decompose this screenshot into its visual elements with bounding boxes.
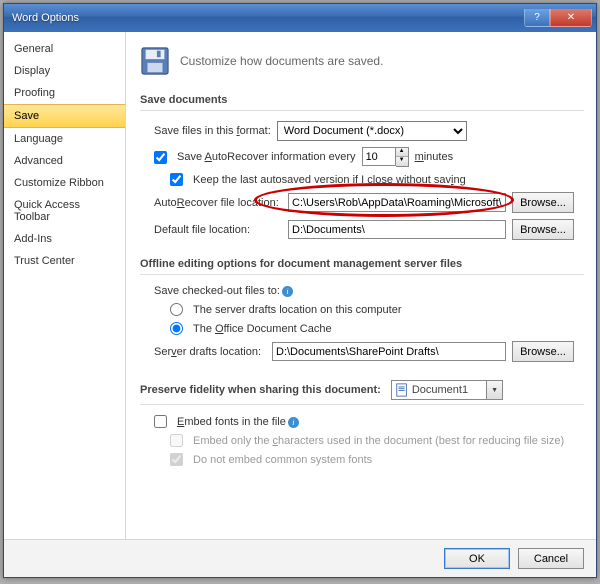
embed-only-chars-label: Embed only the characters used in the do…	[193, 435, 564, 447]
page-subtitle: Customize how documents are saved.	[180, 54, 383, 68]
minutes-label: minutes	[415, 151, 454, 163]
autorecover-label: Save AutoRecover information every	[177, 151, 356, 163]
ok-button[interactable]: OK	[444, 548, 510, 569]
autorecover-minutes-input[interactable]	[362, 147, 396, 166]
sidebar-item-addins[interactable]: Add-Ins	[4, 228, 125, 250]
section-offline: Offline editing options for document man…	[140, 252, 584, 275]
titlebar: Word Options ? ✕	[4, 4, 596, 32]
chevron-down-icon: ▼	[486, 381, 502, 399]
server-drafts-browse-button[interactable]: Browse...	[512, 341, 574, 362]
sidebar-item-save[interactable]: Save	[4, 104, 125, 128]
sidebar-item-display[interactable]: Display	[4, 60, 125, 82]
section-save-documents: Save documents	[140, 88, 584, 111]
cancel-button[interactable]: Cancel	[518, 548, 584, 569]
sidebar: General Display Proofing Save Language A…	[4, 32, 126, 539]
sidebar-item-trust-center[interactable]: Trust Center	[4, 250, 125, 272]
no-common-fonts-label: Do not embed common system fonts	[193, 454, 372, 466]
section-fidelity: Preserve fidelity when sharing this docu…	[140, 374, 584, 405]
autorecover-browse-button[interactable]: Browse...	[512, 192, 574, 213]
info-icon[interactable]: i	[282, 286, 293, 297]
autorecover-checkbox[interactable]	[154, 151, 167, 164]
keep-last-autosave-label: Keep the last autosaved version if I clo…	[193, 174, 466, 186]
save-disk-icon	[140, 46, 170, 76]
server-drafts-location-label: Server drafts location:	[154, 346, 266, 358]
checked-out-label: Save checked-out files to:i	[154, 285, 293, 297]
info-icon[interactable]: i	[288, 417, 299, 428]
sidebar-item-proofing[interactable]: Proofing	[4, 82, 125, 104]
autorecover-location-label: AutoRecover file location:	[154, 197, 282, 209]
help-button[interactable]: ?	[524, 9, 550, 27]
keep-last-autosave-checkbox[interactable]	[170, 173, 183, 186]
server-drafts-radio-label: The server drafts location on this compu…	[193, 304, 401, 316]
dialog-footer: OK Cancel	[4, 539, 596, 577]
format-label: Save files in this format:	[154, 125, 271, 137]
sidebar-item-advanced[interactable]: Advanced	[4, 150, 125, 172]
word-doc-icon	[395, 383, 409, 397]
server-drafts-location-input[interactable]	[272, 342, 506, 361]
window-title: Word Options	[12, 12, 524, 24]
default-location-input[interactable]	[288, 220, 506, 239]
autorecover-location-input[interactable]	[288, 193, 506, 212]
office-cache-radio[interactable]	[170, 322, 183, 335]
sidebar-item-language[interactable]: Language	[4, 128, 125, 150]
minutes-spinner[interactable]: ▲▼	[396, 147, 409, 167]
no-common-fonts-checkbox	[170, 453, 183, 466]
office-cache-radio-label: The Office Document Cache	[193, 323, 332, 335]
sidebar-item-general[interactable]: General	[4, 38, 125, 60]
default-browse-button[interactable]: Browse...	[512, 219, 574, 240]
default-location-label: Default file location:	[154, 224, 282, 236]
embed-only-chars-checkbox	[170, 434, 183, 447]
server-drafts-radio[interactable]	[170, 303, 183, 316]
sidebar-item-qat[interactable]: Quick Access Toolbar	[4, 194, 125, 228]
fidelity-title-text: Preserve fidelity when sharing this docu…	[140, 384, 381, 396]
sidebar-item-customize-ribbon[interactable]: Customize Ribbon	[4, 172, 125, 194]
embed-fonts-label: Embed fonts in the filei	[177, 416, 299, 428]
close-button[interactable]: ✕	[550, 9, 592, 27]
fidelity-document-select[interactable]: Document1 ▼	[391, 380, 503, 400]
embed-fonts-checkbox[interactable]	[154, 415, 167, 428]
fidelity-doc-name: Document1	[412, 384, 486, 396]
save-format-select[interactable]: Word Document (*.docx)	[277, 121, 467, 141]
